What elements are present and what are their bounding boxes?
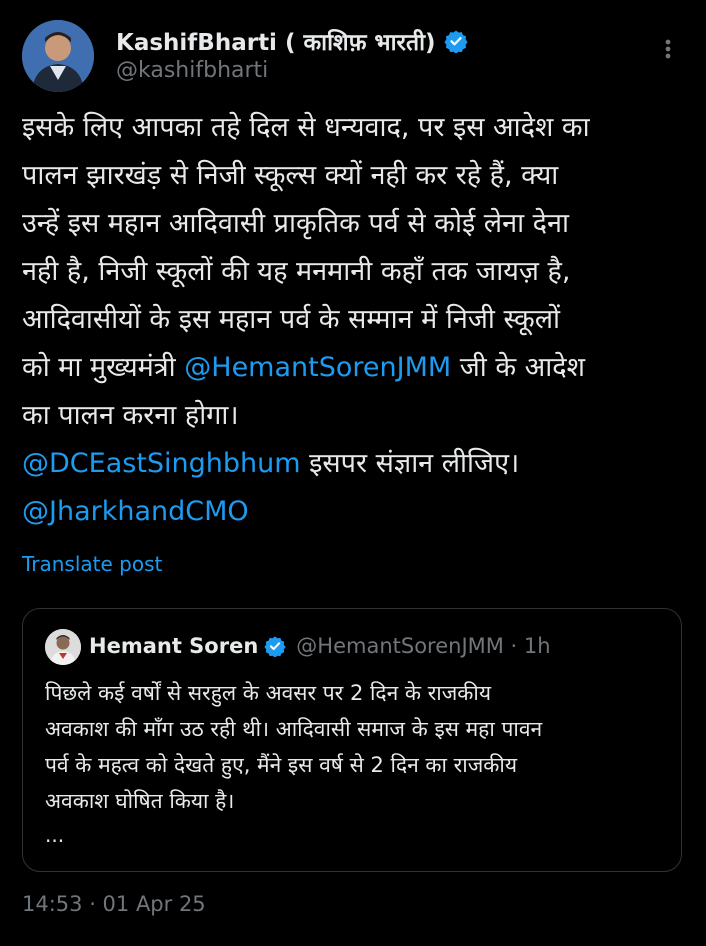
quoted-author-avatar[interactable]: [45, 629, 81, 665]
post-line: @DCEastSinghbhum इसपर संज्ञान लीजिए।: [22, 440, 690, 488]
post-line: का पालन करना होगा।: [22, 400, 239, 431]
quoted-line: पर्व के महत्व को देखते हुए, मैंने इस वर्…: [45, 753, 518, 777]
post-line: को मा मुख्यमंत्री @HemantSorenJMM जी के …: [22, 344, 690, 392]
author-display-name[interactable]: KashifBharti ( काशिफ़ भारती): [116, 25, 436, 57]
verified-badge-icon: [264, 635, 286, 658]
post-line: उन्हें इस महान आदिवासी प्राकृतिक पर्व से…: [22, 208, 569, 239]
mention-link-jharkhandcmo[interactable]: @JharkhandCMO: [22, 496, 249, 527]
post-text-segment: जी के आदेश: [451, 352, 585, 383]
mention-link-hemantsorenjmm[interactable]: @HemantSorenJMM: [184, 352, 451, 383]
post-line: नही है, निजी स्कूलों की यह मनमानी कहाँ त…: [22, 256, 571, 287]
verified-badge-icon: [443, 29, 468, 54]
mention-link-dceastsinghbhum[interactable]: @DCEastSinghbhum: [22, 448, 301, 479]
post-text-segment: को मा मुख्यमंत्री: [22, 352, 185, 383]
post-text-segment: इसपर संज्ञान लीजिए।: [300, 448, 520, 479]
quoted-post-text: पिछले कई वर्षों से सरहुल के अवसर पर 2 दि…: [45, 675, 665, 819]
post-line: इसके लिए आपका तहे दिल से धन्यवाद, पर इस …: [22, 112, 590, 143]
quoted-post-card[interactable]: Hemant Soren @HemantSorenJMM · 1h पिछले …: [22, 608, 682, 872]
quoted-author-name[interactable]: Hemant Soren: [89, 634, 258, 658]
quoted-post-ellipsis: ...: [45, 823, 65, 847]
post-timestamp[interactable]: 14:53 · 01 Apr 25: [22, 892, 206, 916]
quoted-author-handle-time[interactable]: @HemantSorenJMM · 1h: [296, 634, 550, 658]
quoted-line: अवकाश घोषित किया है।: [45, 789, 235, 813]
author-name-row: KashifBharti ( काशिफ़ भारती): [116, 26, 468, 56]
post-line: पालन झारखंड़ से निजी स्कूल्स क्यों नही क…: [22, 160, 559, 191]
more-options-icon[interactable]: [653, 34, 683, 64]
translate-post-link[interactable]: Translate post: [22, 552, 162, 576]
post-line: आदिवासीयों के इस महान पर्व के सम्मान में…: [22, 304, 560, 335]
author-avatar[interactable]: [22, 20, 94, 92]
post-text: इसके लिए आपका तहे दिल से धन्यवाद, पर इस …: [22, 104, 690, 536]
quoted-line: पिछले कई वर्षों से सरहुल के अवसर पर 2 दि…: [45, 681, 492, 705]
author-handle[interactable]: @kashifbharti: [116, 58, 268, 83]
quoted-line: अवकाश की माँग उठ रही थी। आदिवासी समाज के…: [45, 717, 543, 741]
post-line: @JharkhandCMO: [22, 488, 690, 536]
quoted-post-header: Hemant Soren @HemantSorenJMM · 1h: [89, 631, 551, 661]
